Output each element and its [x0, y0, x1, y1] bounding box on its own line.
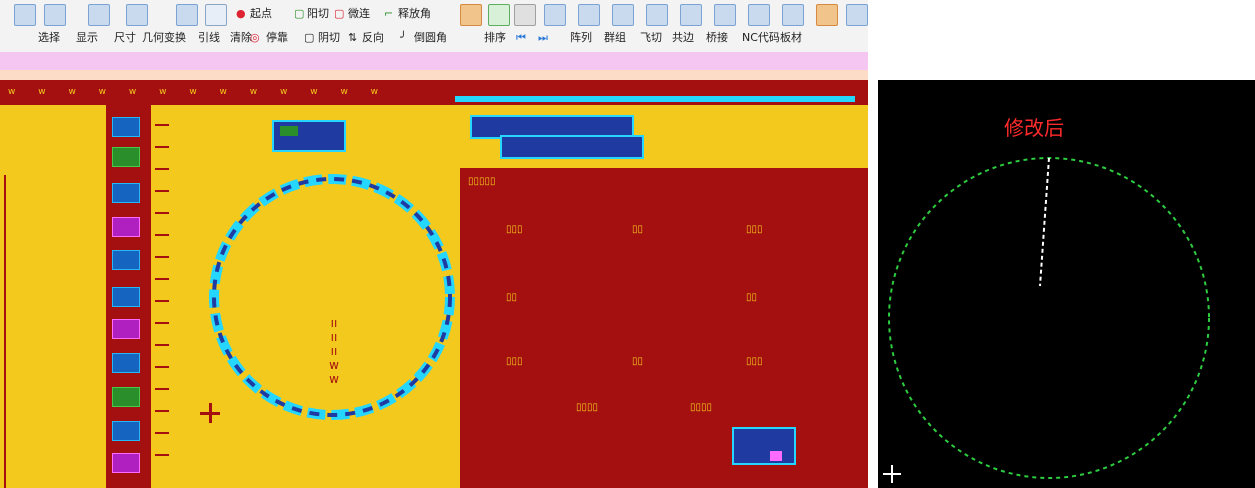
glitch-mini-text: ▯▯ [506, 292, 518, 303]
glitch-mini-text: ▯▯ [632, 356, 644, 367]
glitch-mini-text: ▯▯▯▯ [690, 402, 713, 413]
corrupted-cad-screenshot: ● 起点 ▢ 阳切 ▢ 微连 ⌐ 释放角 选择 显示 尺寸 几何变换 引线 清除… [0, 0, 868, 488]
glitch-mini-text: ▯▯▯ [506, 224, 523, 235]
glitch-mini-text: ▯▯▯ [746, 224, 763, 235]
glitch-blue-mini [732, 427, 796, 465]
glitch-mini-text: ▯▯▯▯▯ [468, 176, 496, 187]
glitch-red-cross [200, 403, 220, 423]
modified-preview: 修改后 [878, 80, 1255, 488]
leadin-line [1039, 157, 1050, 287]
glitch-mini-text: ▯▯ [632, 224, 644, 235]
glitch-mini-text: ▯▯▯ [746, 356, 763, 367]
glitch-mini-text: ▯▯ [746, 292, 758, 303]
glitch-marker: ıı ıı ıı w w [329, 316, 339, 386]
preview-drawing [888, 157, 1210, 479]
cursor-crosshair-icon [883, 465, 901, 483]
glitch-mini-text: ▯▯▯▯ [576, 402, 599, 413]
cut-circle [888, 157, 1210, 479]
glitch-mini-text: ▯▯▯ [506, 356, 523, 367]
glitch-red-panel: ▯▯▯▯▯ ▯▯▯ ▯▯ ▯▯▯ ▯▯ ▯▯ ▯▯▯ ▯▯ ▯▯▯ ▯▯▯▯ ▯… [460, 168, 868, 488]
